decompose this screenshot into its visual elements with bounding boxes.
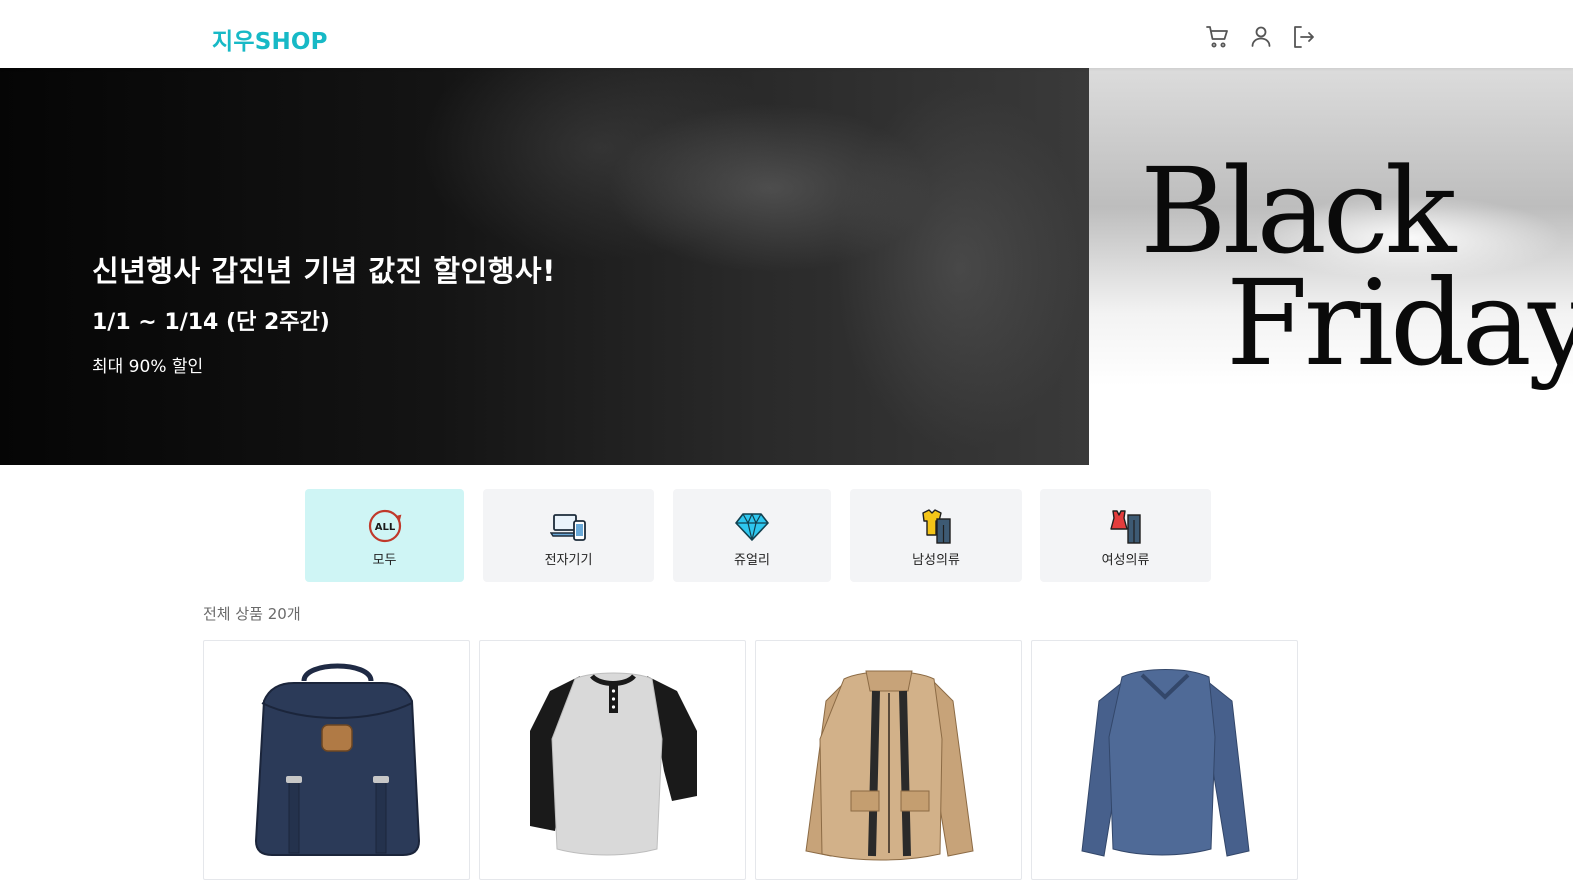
hero-banner[interactable]: 신년행사 갑진년 기념 값진 할인행사! 1/1 ~ 1/14 (단 2주간) … <box>0 68 1573 465</box>
category-label: 전자기기 <box>544 553 593 568</box>
category-electronics[interactable]: 전자기기 <box>483 489 654 582</box>
mens-clothing-icon <box>917 507 955 545</box>
henley-shirt-image <box>530 672 697 856</box>
all-icon: ALL <box>366 507 404 545</box>
hero-title: 신년행사 갑진년 기념 값진 할인행사! <box>92 254 556 288</box>
category-label: 여성의류 <box>1101 553 1150 568</box>
category-label: 남성의류 <box>912 553 960 568</box>
hero-subtitle: 최대 90% 할인 <box>92 357 204 377</box>
user-icon[interactable] <box>1248 24 1274 50</box>
backpack-image <box>254 663 421 856</box>
category-label: 모두 <box>372 553 397 568</box>
black-friday-text-friday: Friday <box>1226 254 1573 392</box>
top-nav: 지우SHOP <box>0 0 1573 68</box>
category-mens-clothing[interactable]: 남성의류 <box>850 489 1022 582</box>
svg-text:ALL: ALL <box>374 522 395 533</box>
beige-jacket-image <box>805 670 974 861</box>
blue-tee-image <box>1081 669 1250 857</box>
womens-clothing-icon <box>1107 507 1145 545</box>
category-label: 쥬얼리 <box>734 553 770 568</box>
hero-date: 1/1 ~ 1/14 (단 2주간) <box>92 310 330 335</box>
product-card[interactable] <box>479 640 746 880</box>
shop-logo[interactable]: 지우SHOP <box>212 22 328 56</box>
product-card[interactable] <box>203 640 470 880</box>
product-count: 전체 상품 20개 <box>203 605 301 623</box>
devices-icon <box>549 507 588 545</box>
cart-icon[interactable] <box>1205 24 1231 50</box>
category-womens-clothing[interactable]: 여성의류 <box>1040 489 1211 582</box>
category-all[interactable]: ALL 모두 <box>305 489 464 582</box>
black-friday-text-black: Black <box>1140 142 1456 280</box>
logout-icon[interactable] <box>1291 24 1317 50</box>
product-card[interactable] <box>755 640 1022 880</box>
diamond-icon <box>733 507 771 545</box>
product-card[interactable] <box>1031 640 1298 880</box>
category-jewelry[interactable]: 쥬얼리 <box>673 489 831 582</box>
